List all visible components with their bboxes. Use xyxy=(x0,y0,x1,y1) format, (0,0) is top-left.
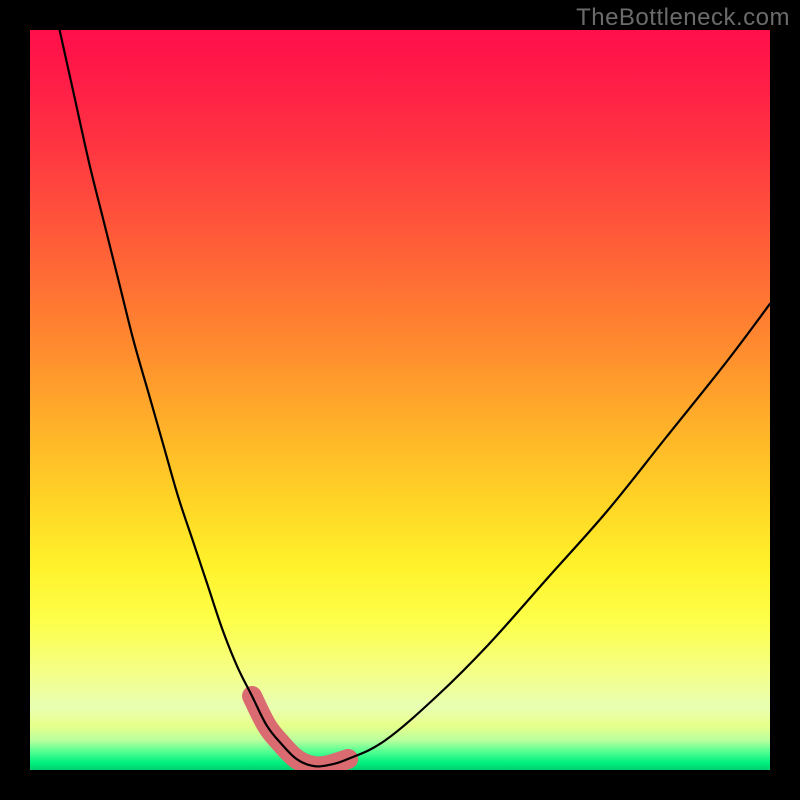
plot-area xyxy=(30,30,770,770)
highlight-segment xyxy=(252,696,348,766)
curve-svg xyxy=(30,30,770,770)
watermark-text: TheBottleneck.com xyxy=(576,4,790,32)
chart-frame: TheBottleneck.com xyxy=(0,0,800,800)
bottleneck-curve xyxy=(60,30,770,766)
